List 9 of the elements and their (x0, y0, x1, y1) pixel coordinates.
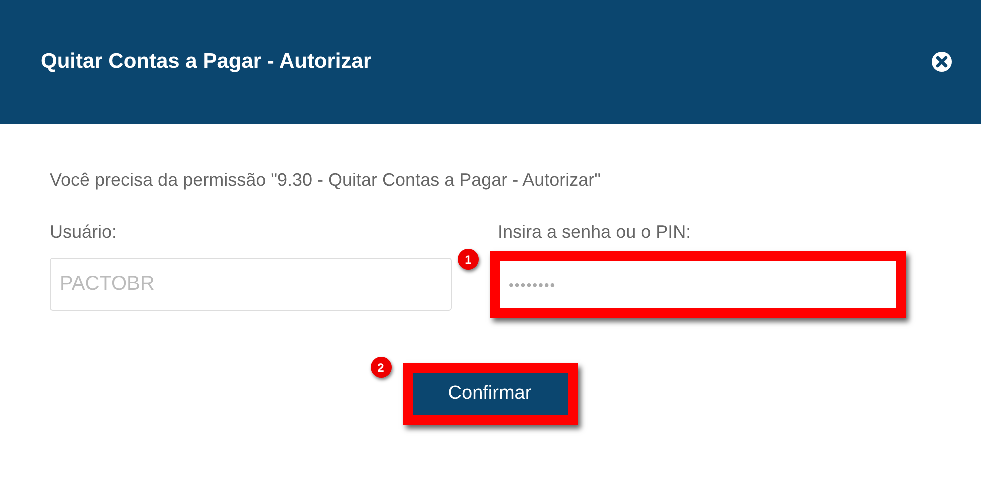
highlighted-password-field[interactable]: •••••••• (490, 251, 906, 318)
confirm-button[interactable]: Confirmar (402, 363, 578, 425)
field-label: Insira a senha ou o PIN: (497, 221, 692, 244)
step-badge: 1 (458, 249, 479, 270)
permission-message: Você precisa da permissão "9.30 - Quitar Contas a Pagar - Autorizar" (50, 169, 602, 192)
step-badge: 2 (370, 357, 392, 378)
field-label: Usuário: (50, 221, 118, 244)
dialog-title: Quitar Contas a Pagar - Autorizar (41, 49, 372, 76)
close-icon[interactable] (931, 51, 953, 73)
